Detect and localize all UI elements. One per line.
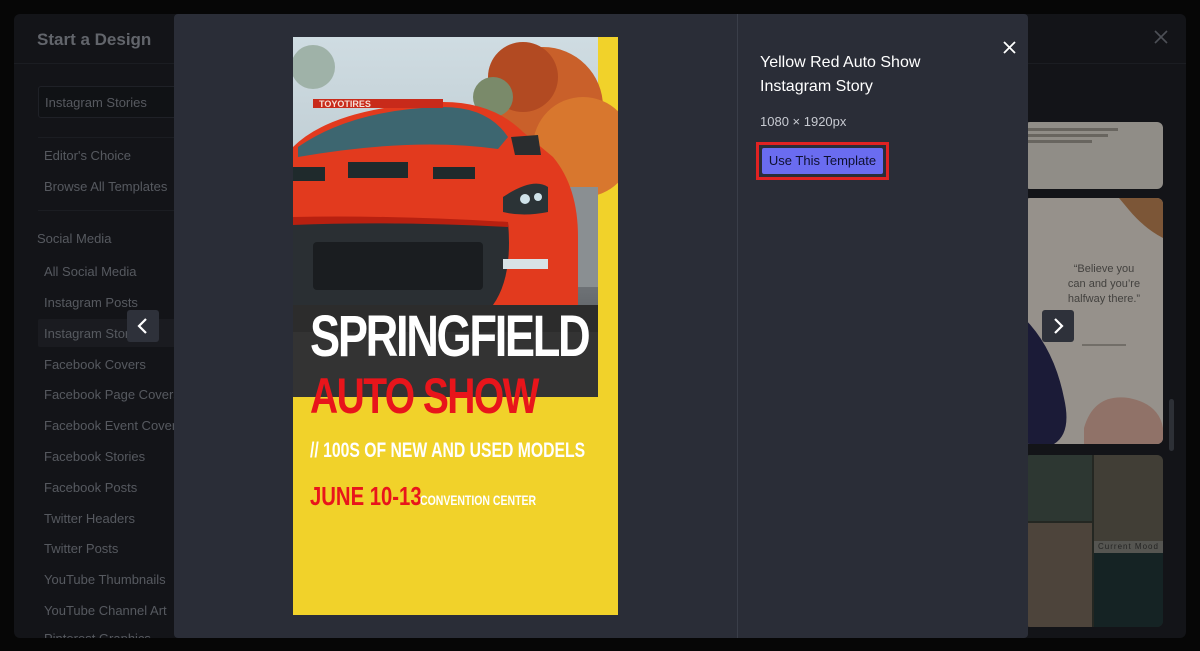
template-title: Yellow Red Auto Show Instagram Story: [760, 54, 921, 95]
next-arrow-button[interactable]: [1042, 310, 1074, 342]
template-preview-modal: TOYOTIRES SPRINGFIELD AUTO SHOW // 100S …: [174, 14, 1028, 638]
use-template-button[interactable]: Use This Template: [762, 148, 883, 174]
template-dimensions: 1080 × 1920px: [760, 114, 847, 129]
windshield-banner-text: TOYOTIRES: [319, 99, 371, 109]
chevron-left-icon: [137, 318, 147, 334]
poster-venue: CONVENTION CENTER: [420, 492, 537, 508]
chevron-right-icon: [1054, 318, 1064, 334]
poster-tagline: // 100S OF NEW AND USED MODELS: [310, 439, 586, 462]
close-icon[interactable]: [1000, 38, 1020, 58]
template-preview-image: TOYOTIRES SPRINGFIELD AUTO SHOW // 100S …: [293, 37, 618, 615]
poster-subheadline: AUTO SHOW: [310, 368, 539, 424]
poster-date: JUNE 10-13: [310, 481, 422, 511]
previous-arrow-button[interactable]: [127, 310, 159, 342]
poster-headline: SPRINGFIELD: [310, 304, 591, 369]
modal-divider: [737, 14, 738, 638]
